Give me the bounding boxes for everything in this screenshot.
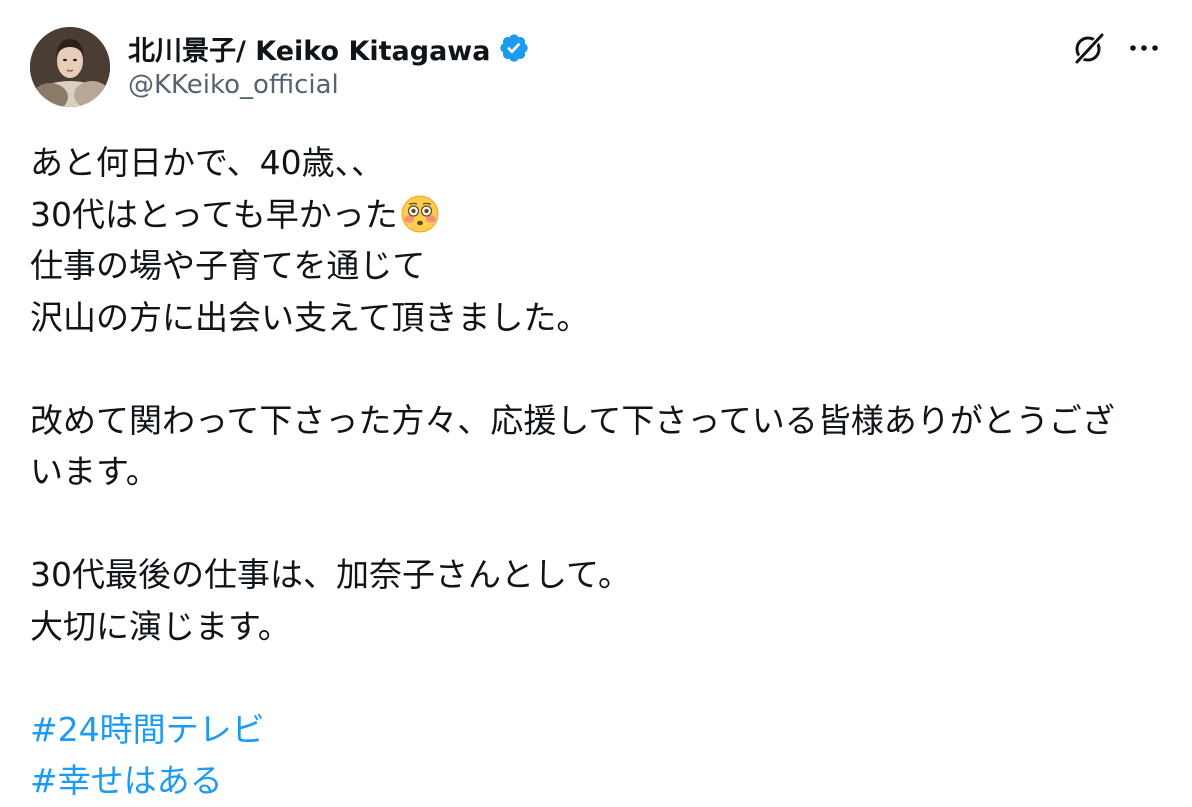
hashtag-link[interactable]: #幸せはある <box>30 761 223 800</box>
tweet-line: 30代最後の仕事は、加奈子さんとして。 <box>30 555 632 594</box>
tweet-line: あと何日かで、40歳、、 <box>30 143 385 182</box>
hashtag-line: #幸せはある <box>30 755 1170 807</box>
more-icon <box>1130 45 1158 51</box>
flushed-face-emoji-icon <box>400 194 440 234</box>
hashtag-line: #24時間テレビ <box>30 704 1170 756</box>
tweet-line: 大切に演じます。 <box>30 606 291 646</box>
more-options-button[interactable] <box>1124 29 1164 67</box>
tweet-line: います。 <box>30 452 159 491</box>
hashtag-link[interactable]: #24時間テレビ <box>30 710 265 749</box>
grok-icon <box>1074 32 1105 65</box>
tweet-line: 改めて関わって下さった方々、応援して下さっている皆様ありがとうござ <box>30 400 1115 440</box>
author-handle[interactable]: @KKeiko_official <box>128 70 339 100</box>
tweet-line-text: 30代はとっても早かった <box>30 194 398 234</box>
tweet-line: 沢山の方に出会い支えて頂きました。 <box>30 297 590 337</box>
tweet-line: 仕事の場や子育てを通じて <box>30 246 426 285</box>
author-name-row[interactable]: 北川景子/ Keiko Kitagawa <box>128 28 530 68</box>
author-display-name[interactable]: 北川景子/ Keiko Kitagawa <box>128 29 490 68</box>
tweet-text: あと何日かで、40歳、、 30代はとっても早かった 仕事の場や子育てを通じて 沢… <box>30 137 1170 807</box>
verified-badge-icon <box>498 32 530 64</box>
grok-button[interactable] <box>1070 29 1108 67</box>
tweet-card: 北川景子/ Keiko Kitagawa @KKeiko_official あと… <box>0 0 1192 800</box>
tweet-line: 30代はとっても早かった <box>30 189 1170 241</box>
avatar-image <box>30 27 110 107</box>
avatar[interactable] <box>30 27 110 107</box>
